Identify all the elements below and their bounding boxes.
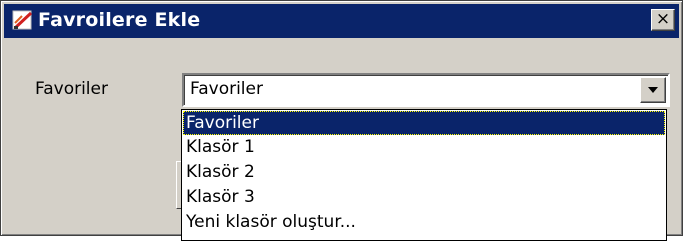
- combobox-value: Favoriler: [190, 79, 263, 99]
- close-button[interactable]: ×: [651, 9, 675, 31]
- dropdown-option-klasor-3[interactable]: Klasör 3: [183, 185, 665, 209]
- favorites-dropdown-list: Favoriler Klasör 1 Klasör 2 Klasör 3 Yen…: [181, 109, 667, 241]
- favorites-label: Favoriler: [35, 79, 108, 99]
- dropdown-option-klasor-1[interactable]: Klasör 1: [183, 135, 665, 159]
- close-icon: ×: [655, 9, 671, 29]
- dropdown-option-favoriler[interactable]: Favoriler: [183, 111, 665, 135]
- favorites-app-icon: [12, 10, 33, 30]
- title-bar[interactable]: Favroilere Ekle ×: [4, 4, 679, 38]
- dropdown-option-new-folder[interactable]: Yeni klasör oluştur...: [183, 210, 665, 234]
- chevron-down-icon[interactable]: [640, 77, 666, 103]
- window-title: Favroilere Ekle: [38, 9, 201, 31]
- favorites-combobox[interactable]: Favoriler: [182, 73, 670, 107]
- dropdown-option-klasor-2[interactable]: Klasör 2: [183, 160, 665, 184]
